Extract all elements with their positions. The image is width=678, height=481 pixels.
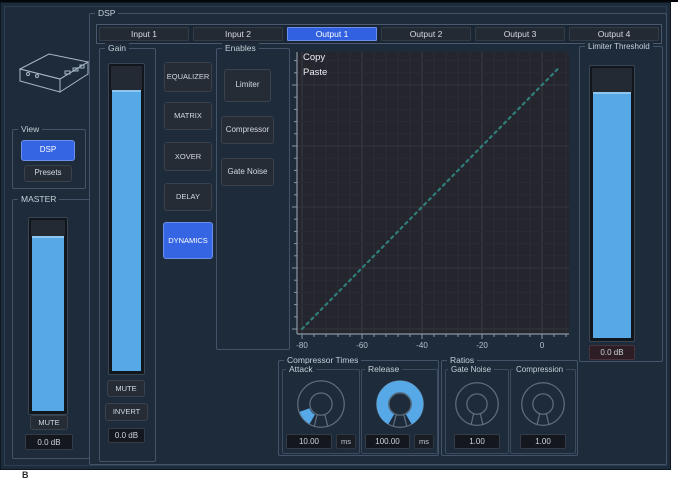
ratios-group: Ratios Gate Noise 1.00 Compression 1.00 xyxy=(441,355,578,456)
compression-knob-panel: Compression 1.00 xyxy=(510,364,576,454)
release-value: 100.00 xyxy=(365,434,410,449)
compression-knob[interactable] xyxy=(513,377,573,435)
tab-input-1[interactable]: Input 1 xyxy=(99,27,189,41)
channel-tabs: Input 1 Input 2 Output 1 Output 2 Output… xyxy=(96,24,662,44)
svg-text:-20: -20 xyxy=(290,142,291,151)
attack-label: Attack xyxy=(286,364,316,375)
attack-knob-panel: Attack 10.00 ms xyxy=(282,364,360,454)
gain-fader-track-top xyxy=(111,66,142,90)
svg-text:0: 0 xyxy=(540,341,545,350)
view-group-label: View xyxy=(18,124,43,135)
master-fader-fill[interactable] xyxy=(32,236,64,411)
svg-text:-20: -20 xyxy=(476,341,488,350)
master-fader[interactable] xyxy=(28,217,68,415)
limiter-threshold-group: Limiter Threshold 0.0 dB xyxy=(579,41,663,362)
dsp-group: DSP Input 1 Input 2 Output 1 Output 2 Ou… xyxy=(89,8,667,465)
limiter-transfer-graph[interactable]: -80 -60 -40 -20 0 0 -20 -40 -60 -80 xyxy=(290,46,574,354)
svg-text:-80: -80 xyxy=(290,325,291,334)
attack-unit: ms xyxy=(336,434,356,449)
master-mute-button[interactable]: MUTE xyxy=(30,415,68,430)
gain-group: Gain MUTE INVERT 0.0 dB xyxy=(99,43,156,462)
enables-group-label: Enables xyxy=(222,43,259,54)
compression-label: Compression xyxy=(513,364,567,375)
gate-noise-label: Gate Noise xyxy=(448,364,495,375)
master-group-label: MASTER xyxy=(18,194,60,205)
release-label: Release xyxy=(365,364,403,375)
compressor-times-group: Compressor Times Attack 10.00 ms Release… xyxy=(278,355,439,456)
gain-mute-button[interactable]: MUTE xyxy=(107,380,145,397)
gain-fader[interactable] xyxy=(108,63,145,375)
tab-input-2[interactable]: Input 2 xyxy=(193,27,283,41)
gain-group-label: Gain xyxy=(105,43,129,54)
attack-knob[interactable] xyxy=(283,377,359,435)
gain-fader-fill[interactable] xyxy=(112,90,141,371)
master-group: MASTER MUTE 0.0 dB xyxy=(12,194,90,459)
limiter-threshold-track-top xyxy=(592,68,632,92)
svg-text:-40: -40 xyxy=(290,203,291,212)
master-gain-value: 0.0 dB xyxy=(25,434,73,450)
device-icon xyxy=(18,53,90,93)
section-dynamics-button[interactable]: DYNAMICS xyxy=(163,222,213,259)
gate-noise-knob[interactable] xyxy=(447,377,507,435)
enable-compressor-button[interactable]: Compressor xyxy=(221,116,274,144)
view-group: View DSP Presets xyxy=(12,124,86,189)
attack-value: 10.00 xyxy=(286,434,332,449)
footer-mark: B xyxy=(22,470,29,480)
enable-gate-noise-button[interactable]: Gate Noise xyxy=(221,158,274,186)
page: View DSP Presets MASTER MUTE 0.0 dB DSP … xyxy=(0,0,678,481)
master-fader-track-top xyxy=(31,220,65,236)
section-matrix-button[interactable]: MATRIX xyxy=(164,102,212,130)
limiter-threshold-value: 0.0 dB xyxy=(589,345,635,360)
compression-value: 1.00 xyxy=(520,434,566,449)
context-copy[interactable]: Copy xyxy=(303,52,325,63)
section-xover-button[interactable]: XOVER xyxy=(164,142,212,171)
view-dsp-button[interactable]: DSP xyxy=(21,140,75,161)
svg-text:-40: -40 xyxy=(416,341,428,350)
dsp-group-label: DSP xyxy=(95,8,119,19)
gate-noise-knob-panel: Gate Noise 1.00 xyxy=(445,364,509,454)
enable-limiter-button[interactable]: Limiter xyxy=(224,69,271,102)
gain-value: 0.0 dB xyxy=(108,428,145,443)
gain-invert-button[interactable]: INVERT xyxy=(105,403,148,421)
view-presets-button[interactable]: Presets xyxy=(24,165,72,182)
context-paste[interactable]: Paste xyxy=(303,67,327,78)
tab-output-2[interactable]: Output 2 xyxy=(381,27,471,41)
svg-text:-60: -60 xyxy=(356,341,368,350)
svg-text:0: 0 xyxy=(290,81,291,90)
limiter-threshold-label: Limiter Threshold xyxy=(585,41,653,52)
tab-output-4[interactable]: Output 4 xyxy=(569,27,659,41)
svg-text:-60: -60 xyxy=(290,264,291,273)
dsp-app-window: View DSP Presets MASTER MUTE 0.0 dB DSP … xyxy=(0,2,671,470)
svg-text:-80: -80 xyxy=(296,341,308,350)
release-unit: ms xyxy=(414,434,434,449)
release-knob-panel: Release 100.00 ms xyxy=(361,364,438,454)
section-equalizer-button[interactable]: EQUALIZER xyxy=(164,62,212,92)
section-delay-button[interactable]: DELAY xyxy=(164,183,212,211)
limiter-threshold-fader[interactable] xyxy=(589,65,635,342)
limiter-threshold-fill[interactable] xyxy=(593,92,631,338)
gate-noise-value: 1.00 xyxy=(454,434,500,449)
tab-output-1[interactable]: Output 1 xyxy=(287,27,377,41)
tab-output-3[interactable]: Output 3 xyxy=(475,27,565,41)
release-knob[interactable] xyxy=(362,377,438,435)
enables-group: Enables Limiter Compressor Gate Noise xyxy=(216,43,290,350)
